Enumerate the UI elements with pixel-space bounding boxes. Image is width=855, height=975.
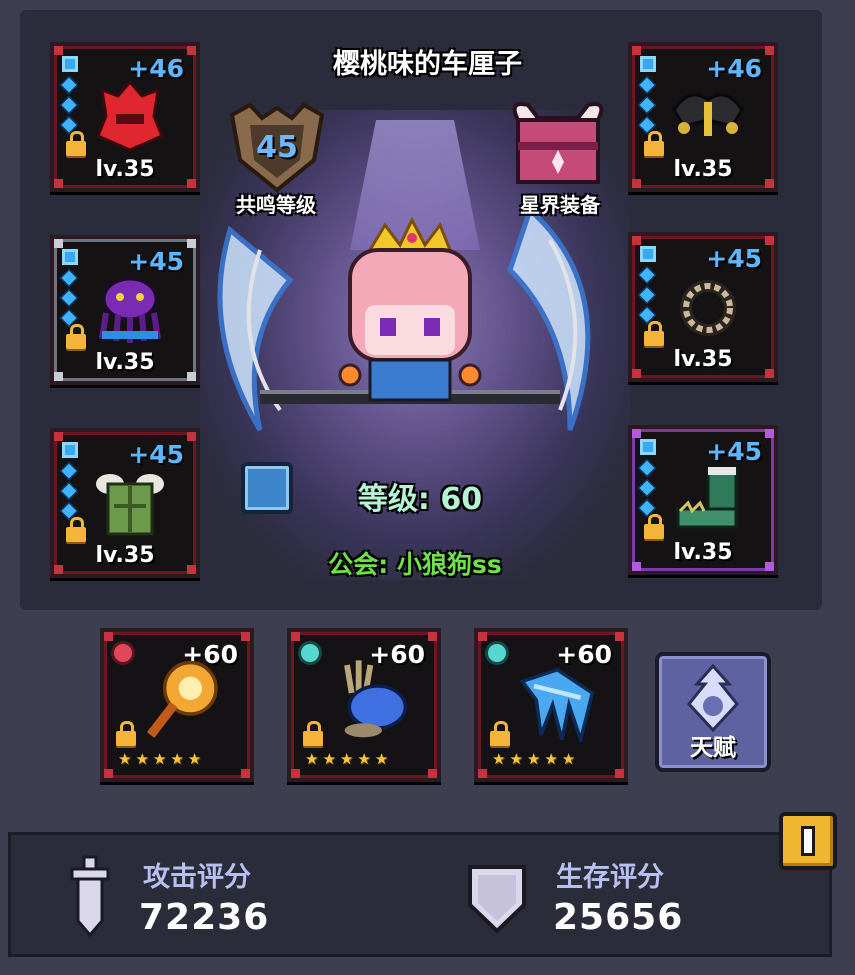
shield-icon: [468, 865, 526, 934]
equip-slot-armor[interactable]: +45 lv.35: [50, 428, 200, 578]
astral-equipment-label: 星界装备: [520, 193, 600, 217]
resonance-level-value: 45: [256, 130, 298, 165]
survival-score-label: 生存评分: [556, 862, 664, 893]
lock-icon: [66, 324, 86, 349]
blue-orb-staff-icon: [344, 660, 408, 738]
gem-sockets: [61, 56, 78, 138]
red-helmet-icon: [96, 80, 164, 152]
attack-score-value: 72236: [139, 897, 270, 938]
equip-slot-boots[interactable]: +45 lv.35: [628, 425, 778, 575]
survival-score-value: 25656: [553, 897, 684, 938]
guild-emblem-icon[interactable]: [241, 462, 293, 514]
equip-slot-helmet[interactable]: +46 lv.35: [50, 42, 200, 192]
character-sprite: [217, 205, 591, 432]
ice-element-icon: [488, 644, 506, 662]
ring-icon: [680, 280, 736, 336]
enhance-level: +45: [706, 437, 762, 466]
lock-icon: [116, 721, 136, 746]
item-level: lv.35: [673, 157, 733, 182]
equip-slot-ring[interactable]: +45 lv.35: [628, 232, 778, 382]
lock-icon: [303, 721, 323, 746]
dark-shoulder-guard-icon: [672, 93, 744, 136]
lock-icon: [644, 131, 664, 156]
gem-sockets: [639, 246, 656, 328]
equip-slot-shoulder[interactable]: +46 lv.35: [628, 42, 778, 192]
green-armor-icon: [96, 474, 164, 536]
enhance-level: +46: [706, 54, 762, 83]
attack-score-label: 攻击评分: [143, 862, 251, 893]
sword-icon: [70, 855, 110, 937]
item-level: lv.35: [95, 157, 155, 182]
equip-slot-pendant[interactable]: +45 lv.35: [50, 235, 200, 385]
enhance-level: +45: [128, 247, 184, 276]
ice-element-icon: [301, 644, 319, 662]
info-icon: [801, 826, 815, 856]
weapon-slot-1[interactable]: +60 ★★★★★: [100, 628, 254, 782]
talent-label: 天赋: [690, 735, 736, 761]
talent-button[interactable]: 天赋: [655, 652, 771, 772]
lock-icon: [66, 517, 86, 542]
astral-chest-icon[interactable]: [508, 100, 608, 190]
character-screen: 樱桃味的车厘子 45 共鸣等级 星界装备 等级: 60 公会: 小狼狗ss +4…: [0, 0, 855, 975]
ice-claw-icon: [519, 667, 595, 742]
green-boots-icon: [676, 467, 738, 529]
resonance-level-label: 共鸣等级: [236, 193, 316, 217]
lock-icon: [66, 131, 86, 156]
purple-squid-amulet-icon: [99, 277, 161, 343]
score-bar: 攻击评分 72236 生存评分 25656: [8, 832, 832, 957]
gem-sockets: [61, 442, 78, 524]
enhance-level: +46: [128, 54, 184, 83]
talent-crest-icon: [687, 664, 739, 733]
item-level: lv.35: [95, 350, 155, 375]
star-rating: ★★★★★: [305, 750, 393, 768]
gem-sockets: [639, 56, 656, 138]
enhance-level: +45: [128, 440, 184, 469]
weapon-slot-3[interactable]: +60 ★★★★★: [474, 628, 628, 782]
player-level: 等级: 60: [357, 482, 483, 517]
star-rating: ★★★★★: [492, 750, 580, 768]
golden-mace-icon: [146, 660, 218, 738]
gem-sockets: [639, 439, 656, 521]
enhance-level: +45: [706, 244, 762, 273]
lock-icon: [644, 514, 664, 539]
guild-name[interactable]: 公会: 小狼狗ss: [260, 545, 570, 581]
star-rating: ★★★★★: [118, 750, 206, 768]
lock-icon: [644, 321, 664, 346]
info-button[interactable]: [779, 812, 837, 870]
fire-element-icon: [114, 644, 132, 662]
weapon-slot-2[interactable]: +60 ★★★★★: [287, 628, 441, 782]
gem-sockets: [61, 249, 78, 331]
item-level: lv.35: [673, 540, 733, 565]
item-level: lv.35: [95, 543, 155, 568]
item-level: lv.35: [673, 347, 733, 372]
lock-icon: [490, 721, 510, 746]
